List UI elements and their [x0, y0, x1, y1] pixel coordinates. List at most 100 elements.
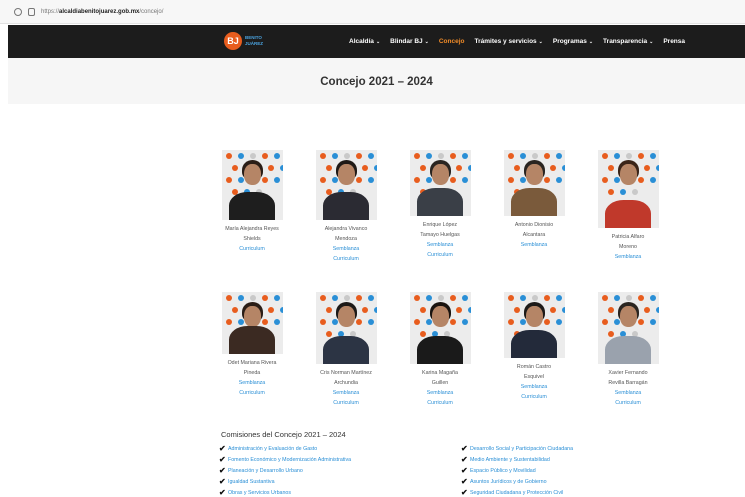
member-name: Moreno: [619, 244, 637, 250]
member-link-semblanza[interactable]: Semblanza: [588, 252, 668, 262]
commission-item[interactable]: ✔ Planeación y Desarrollo Urbano: [219, 465, 351, 476]
chevron-down-icon: ⌄: [424, 39, 429, 45]
member-name: Karina Magaña: [422, 370, 458, 376]
checkmark-icon: ✔: [461, 477, 468, 486]
nav-item-label: Alcaldía: [349, 38, 374, 45]
member-name: Guillen: [431, 380, 449, 386]
commission-link[interactable]: Seguridad Ciudadana y Protección Civil: [470, 490, 563, 496]
member-link-curriculum[interactable]: Curriculum: [400, 398, 480, 408]
nav-item-label: Programas: [552, 38, 587, 45]
member-link-semblanza[interactable]: Semblanza: [306, 388, 386, 398]
commission-link[interactable]: Obras y Servicios Urbanos: [228, 490, 291, 496]
checkmark-icon: ✔: [461, 455, 468, 464]
member-photo: [597, 150, 659, 228]
member-photo: [409, 292, 471, 364]
checkmark-icon: ✔: [219, 444, 226, 453]
browser-url-bar[interactable]: https://alcaldiabenitojuarez.gob.mx/conc…: [0, 0, 745, 24]
commission-item[interactable]: ✔ Medio Ambiente y Sustentabilidad: [461, 454, 573, 465]
checkmark-icon: ✔: [219, 488, 226, 497]
member-photo: [409, 150, 471, 216]
logo-line-2: JUÁREZ: [245, 41, 264, 46]
commission-item[interactable]: ✔ Igualdad Sustantiva: [219, 476, 351, 487]
member-photo: [597, 292, 659, 364]
member-link-curriculum[interactable]: Curriculum: [212, 244, 292, 254]
commission-item[interactable]: ✔ Obras y Servicios Urbanos: [219, 487, 351, 497]
nav-item-4[interactable]: Trámites y servicios ⌄: [475, 38, 543, 45]
nav-item-3[interactable]: Concejo: [439, 38, 465, 45]
nav-item-5[interactable]: Programas ⌄: [553, 38, 593, 45]
nav-item-7[interactable]: Prensa: [663, 38, 685, 45]
commission-link[interactable]: Administración y Evaluación de Gasto: [228, 446, 317, 452]
council-member-card: Xavier Fernando Revilla Barragán Semblanza…: [588, 292, 668, 408]
nav-item-label: Blindar BJ: [390, 38, 423, 45]
checkmark-icon: ✔: [219, 455, 226, 464]
member-link-curriculum[interactable]: Curriculum: [494, 392, 574, 402]
member-name: Shields: [243, 236, 261, 242]
member-link-curriculum[interactable]: Curriculum: [588, 398, 668, 408]
commission-link[interactable]: Igualdad Sustantiva: [228, 479, 275, 485]
member-photo: [315, 150, 377, 220]
commission-item[interactable]: ✔ Seguridad Ciudadana y Protección Civil: [461, 487, 573, 497]
commission-link[interactable]: Desarrollo Social y Participación Ciudad…: [470, 446, 573, 452]
nav-item-label: Concejo: [438, 38, 465, 45]
member-link-curriculum[interactable]: Curriculum: [306, 398, 386, 408]
nav-item-1[interactable]: Alcaldía ⌄: [349, 38, 380, 45]
checkmark-icon: ✔: [461, 466, 468, 475]
member-link-semblanza[interactable]: Semblanza: [494, 240, 574, 250]
council-member-card: Román Castro Esquivel Semblanza Curriculum: [494, 292, 574, 402]
member-link-semblanza[interactable]: Semblanza: [400, 388, 480, 398]
member-name: Enrique López: [422, 222, 458, 228]
member-photo: [315, 292, 377, 364]
commission-link[interactable]: Medio Ambiente y Sustentabilidad: [470, 457, 550, 463]
commission-item[interactable]: ✔ Desarrollo Social y Participación Ciuda…: [461, 443, 573, 454]
member-name: Mendoza: [335, 236, 357, 242]
council-member-card: Alejandra Vivanco Mendoza Semblanza Curricu…: [306, 150, 386, 264]
member-link-semblanza[interactable]: Semblanza: [306, 244, 386, 254]
commission-link[interactable]: Asuntos Jurídicos y de Gobierno: [470, 479, 547, 485]
member-link-semblanza[interactable]: Semblanza: [588, 388, 668, 398]
site-navbar: BJ BENITO JUÁREZ Alcaldía ⌄ Blindar BJ ⌄ Con…: [8, 25, 745, 58]
council-member-card: Odet Mariana Rivera Pineda Semblanza Curric…: [212, 292, 292, 398]
council-member-card: Cris Norman Martínez Archundia Semblanza Cu…: [306, 292, 386, 408]
chevron-down-icon: ⌄: [538, 39, 543, 45]
member-link-semblanza[interactable]: Semblanza: [494, 382, 574, 392]
member-link-curriculum[interactable]: Curriculum: [306, 254, 386, 264]
lock-icon: [28, 7, 35, 16]
chevron-down-icon: ⌄: [375, 39, 381, 45]
member-name: Esquivel: [523, 374, 545, 380]
bj-logo-icon: BJ: [224, 32, 242, 50]
member-name: Román Castro: [516, 364, 552, 370]
member-name: Patricia Alfaro: [611, 234, 645, 240]
commission-item[interactable]: ✔ Administración y Evaluación de Gasto: [219, 443, 351, 454]
member-photo: [503, 150, 565, 216]
commission-item[interactable]: ✔ Espacio Público y Movilidad: [461, 465, 573, 476]
nav-item-6[interactable]: Transparencia ⌄: [603, 38, 653, 45]
commissions-list-right: ✔ Desarrollo Social y Participación Ciuda…: [461, 443, 573, 497]
member-name: Antonio Dionisio: [514, 222, 554, 228]
council-member-card: Enrique López Tamayo Huelgas Semblanza Curr…: [400, 150, 480, 260]
nav-item-label: Transparencia: [603, 38, 648, 45]
member-link-curriculum[interactable]: Curriculum: [212, 388, 292, 398]
url-text[interactable]: https://alcaldiabenitojuarez.gob.mx/conc…: [41, 9, 163, 15]
commission-item[interactable]: ✔ Asuntos Jurídicos y de Gobierno: [461, 476, 573, 487]
commission-link[interactable]: Espacio Público y Movilidad: [470, 468, 536, 474]
council-member-card: Antonio Dionisio Alcantara Semblanza: [494, 150, 574, 250]
site-logo[interactable]: BJ BENITO JUÁREZ: [224, 32, 263, 50]
member-photo: [221, 292, 283, 354]
shield-icon: [14, 7, 22, 16]
member-link-semblanza[interactable]: Semblanza: [400, 240, 480, 250]
commissions-list-left: ✔ Administración y Evaluación de Gasto ✔ Fo…: [219, 443, 351, 497]
commission-link[interactable]: Fomento Económico y Modernización Admini…: [228, 457, 351, 463]
nav-item-label: Trámites y servicios: [474, 38, 537, 45]
nav-item-2[interactable]: Blindar BJ ⌄: [390, 38, 429, 45]
member-link-semblanza[interactable]: Semblanza: [212, 378, 292, 388]
page-title: Concejo 2021 – 2024: [320, 76, 433, 88]
page-header: Concejo 2021 – 2024: [8, 58, 745, 104]
council-member-card: Patricia Alfaro Moreno Semblanza: [588, 150, 668, 262]
commission-link[interactable]: Planeación y Desarrollo Urbano: [228, 468, 303, 474]
checkmark-icon: ✔: [461, 444, 468, 453]
commission-item[interactable]: ✔ Fomento Económico y Modernización Admin…: [219, 454, 351, 465]
member-link-curriculum[interactable]: Curriculum: [400, 250, 480, 260]
member-name: Odet Mariana Rivera: [227, 360, 277, 366]
member-name: Pineda: [243, 370, 261, 376]
